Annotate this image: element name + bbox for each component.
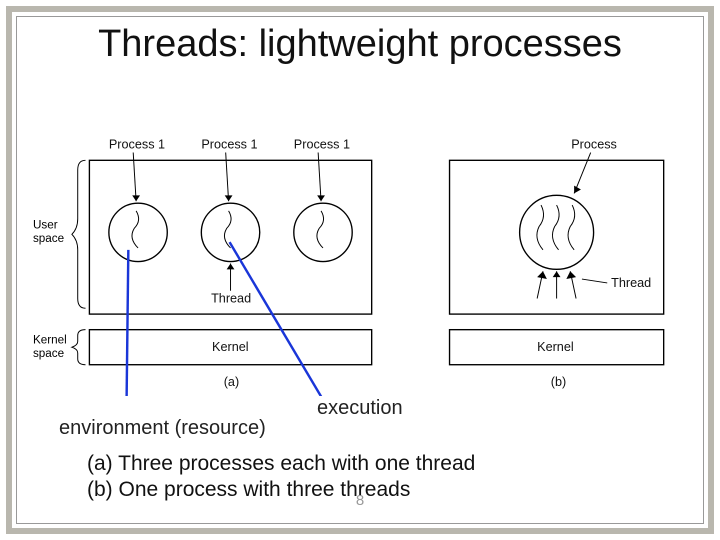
arrow-thread-right-lbl — [582, 279, 607, 283]
label-thread-right: Thread — [611, 276, 651, 290]
blue-line-environment — [126, 250, 128, 396]
brace-kernel — [72, 330, 86, 365]
annotation-execution: execution — [317, 397, 403, 420]
squiggle-r3 — [568, 205, 575, 250]
label-user-2: space — [33, 232, 64, 245]
page-number: 8 — [17, 492, 703, 509]
process-circle-2 — [201, 203, 259, 261]
blue-line-execution — [230, 242, 323, 396]
diagram-area: Process 1 Process 1 Process 1 Thread Ker… — [31, 135, 689, 403]
arrowhead-p1a — [132, 195, 140, 201]
ah-r2 — [553, 271, 561, 277]
label-user-1: User — [33, 218, 58, 231]
label-thread-left: Thread — [211, 291, 251, 305]
brace-user — [72, 160, 86, 308]
slide-inner-panel: Threads: lightweight processes — [16, 16, 704, 524]
label-kernel-a: Kernel — [212, 340, 249, 354]
fig-label-b: (b) — [551, 375, 566, 389]
arrowhead-p1c — [317, 195, 325, 201]
ah-r3 — [566, 271, 576, 279]
slide-title: Threads: lightweight processes — [17, 17, 703, 69]
slide-outer-border: Threads: lightweight processes — [6, 6, 714, 534]
label-kernel-2: space — [33, 347, 64, 360]
squiggle-thread-3 — [317, 211, 324, 248]
label-process1-b: Process 1 — [201, 138, 257, 152]
label-process-right: Process — [571, 138, 617, 152]
arrowhead-p1b — [225, 195, 233, 201]
process-circle-right — [520, 195, 594, 269]
fig-label-a: (a) — [224, 375, 239, 389]
label-kernel-b: Kernel — [537, 340, 574, 354]
ah-r1 — [537, 271, 547, 279]
arrowhead-thread-left — [227, 263, 235, 269]
label-process1-c: Process 1 — [294, 138, 350, 152]
label-kernel-1: Kernel — [33, 333, 67, 346]
arrowhead-process-right — [574, 186, 581, 194]
label-process1-a: Process 1 — [109, 138, 165, 152]
thread-diagram-svg: Process 1 Process 1 Process 1 Thread Ker… — [31, 135, 689, 396]
annotation-environment: environment (resource) — [59, 417, 266, 440]
process-circle-3 — [294, 203, 352, 261]
squiggle-r1 — [537, 205, 544, 250]
process-circle-1 — [109, 203, 167, 261]
squiggle-thread-1 — [132, 211, 139, 248]
squiggle-r2 — [552, 205, 559, 250]
caption-a: (a) Three processes each with one thread — [87, 451, 475, 477]
